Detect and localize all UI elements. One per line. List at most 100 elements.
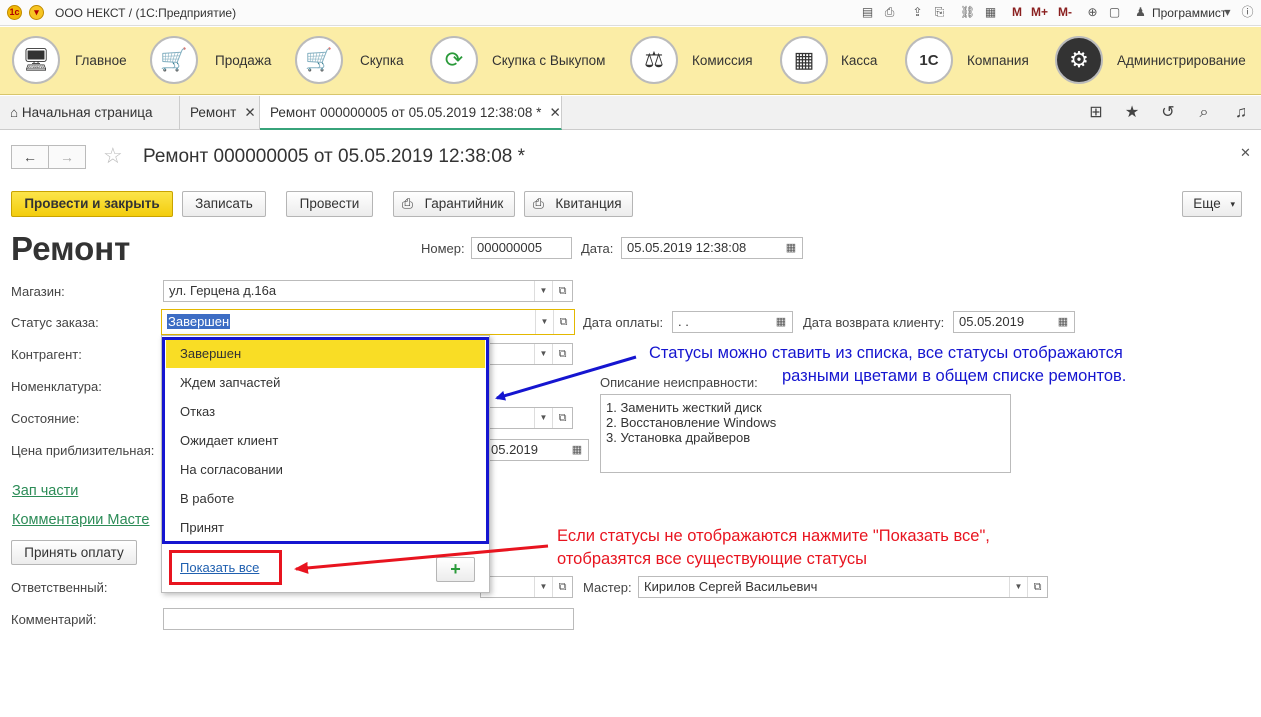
price-label: Цена приблизительная: bbox=[11, 443, 155, 458]
cash-register-icon: ▦ bbox=[780, 36, 828, 84]
red-annotation-line-2: отобразятся все существующие статусы bbox=[557, 550, 868, 568]
nomenclature-label: Номенклатура: bbox=[11, 379, 102, 394]
print-icon: ⎙ bbox=[402, 196, 413, 211]
post-button[interactable]: Провести bbox=[286, 191, 373, 217]
open-icon[interactable]: ⧉ bbox=[552, 344, 572, 364]
sections-panel: 🖥 Главное 🛒 Продажа 🛒 Скупка ⟳ Скупка с … bbox=[0, 27, 1261, 95]
tab-repair[interactable]: Ремонт ✕ bbox=[180, 96, 260, 129]
tabs-bar: ⌂ Начальная страница Ремонт ✕ Ремонт 0000… bbox=[0, 96, 1261, 130]
calendar-icon[interactable]: ▦ bbox=[770, 312, 792, 332]
print-icon[interactable]: ⎙ bbox=[882, 5, 897, 20]
open-icon[interactable]: ⧉ bbox=[553, 310, 573, 334]
calendar-icon[interactable]: ▦ bbox=[566, 440, 588, 460]
calendar-icon[interactable]: ▦ bbox=[983, 5, 998, 20]
master-field[interactable]: Кирилов Сергей Васильевич ▼ ⧉ bbox=[638, 576, 1048, 598]
status-label: Статус заказа: bbox=[11, 315, 99, 330]
malfunction-textarea[interactable]: 1. Заменить жесткий диск 2. Восстановлен… bbox=[600, 394, 1011, 473]
open-icon[interactable]: ⧉ bbox=[552, 408, 572, 428]
search-icon[interactable]: ⌕ bbox=[1193, 102, 1215, 124]
chevron-down-icon[interactable]: ▼ bbox=[534, 577, 552, 597]
tab-home[interactable]: ⌂ Начальная страница bbox=[0, 96, 180, 129]
shop-field[interactable]: ул. Герцена д.16а ▼ ⧉ bbox=[163, 280, 573, 302]
price-date-field[interactable]: 05.2019 ▦ bbox=[480, 439, 589, 461]
star-icon[interactable]: ★ bbox=[1121, 102, 1143, 124]
chevron-down-icon[interactable]: ▼ bbox=[534, 344, 552, 364]
upload-icon[interactable]: ⇪ bbox=[910, 5, 925, 20]
user-name[interactable]: Программист bbox=[1152, 6, 1226, 20]
close-icon[interactable]: ✕ bbox=[1240, 145, 1251, 161]
payment-date-label: Дата оплаты: bbox=[583, 315, 664, 330]
favorite-star-icon[interactable]: ☆ bbox=[103, 143, 123, 169]
red-annotation-line-1: Если статусы не отображаются нажмите "По… bbox=[557, 527, 990, 545]
scales-icon: ⚖ bbox=[630, 36, 678, 84]
forward-button[interactable]: → bbox=[48, 145, 86, 169]
form-title: Ремонт 000000005 от 05.05.2019 12:38:08 … bbox=[143, 146, 526, 167]
master-label: Мастер: bbox=[583, 580, 632, 595]
chevron-down-icon[interactable]: ▼ bbox=[534, 408, 552, 428]
computer-icon: 🖥 bbox=[12, 36, 60, 84]
chevron-down-icon[interactable]: ▼ bbox=[1009, 577, 1027, 597]
close-icon[interactable]: ✕ bbox=[549, 105, 560, 120]
status-field[interactable]: Завершен ▼ ⧉ bbox=[161, 309, 575, 335]
contractor-field[interactable]: ▼ ⧉ bbox=[480, 343, 573, 365]
link-icon[interactable]: ⛓ bbox=[960, 5, 975, 20]
return-date-field[interactable]: 05.05.2019 ▦ bbox=[953, 311, 1075, 333]
post-and-close-button[interactable]: Провести и закрыть bbox=[11, 191, 173, 217]
more-button[interactable]: Еще ▾ bbox=[1182, 191, 1242, 217]
comment-field[interactable] bbox=[163, 608, 574, 630]
comment-label: Комментарий: bbox=[11, 612, 97, 627]
accept-payment-button[interactable]: Принять оплату bbox=[11, 540, 137, 565]
date-field[interactable]: 05.05.2019 12:38:08 ▦ bbox=[621, 237, 803, 259]
cart-up-icon: 🛒 bbox=[150, 36, 198, 84]
open-icon[interactable]: ⧉ bbox=[552, 281, 572, 301]
history-icon[interactable]: ↺ bbox=[1157, 102, 1179, 124]
save-button[interactable]: Записать bbox=[182, 191, 266, 217]
chevron-down-icon[interactable]: ▼ bbox=[534, 281, 552, 301]
gears-icon: ⚙ bbox=[1055, 36, 1103, 84]
cycle-arrows-icon: ⟳ bbox=[430, 36, 478, 84]
condition-field[interactable]: ▼ ⧉ bbox=[480, 407, 573, 429]
memory-minus-button[interactable]: M- bbox=[1058, 5, 1072, 19]
window-title: ООО НЕКСТ / (1С:Предприятие) bbox=[55, 6, 237, 20]
chevron-down-icon: ▾ bbox=[1230, 199, 1235, 209]
responsible-field[interactable]: ▼ ⧉ bbox=[480, 576, 573, 598]
1c-logo-icon: 1c bbox=[7, 5, 22, 20]
tab-repair-document[interactable]: Ремонт 000000005 от 05.05.2019 12:38:08 … bbox=[260, 96, 562, 130]
memory-plus-button[interactable]: M+ bbox=[1031, 5, 1048, 19]
info-icon[interactable]: ⓘ bbox=[1240, 5, 1255, 20]
red-highlight-frame bbox=[169, 550, 282, 585]
payment-date-field[interactable]: . . ▦ bbox=[672, 311, 793, 333]
save-icon[interactable]: ▤ bbox=[860, 5, 875, 20]
calendar-icon[interactable]: ▦ bbox=[780, 238, 802, 258]
return-date-label: Дата возврата клиенту: bbox=[803, 315, 945, 330]
menu-chevron-icon[interactable]: ▾ bbox=[29, 5, 44, 20]
open-icon[interactable]: ⧉ bbox=[552, 577, 572, 597]
document-heading: Ремонт bbox=[11, 230, 131, 267]
1c-logo-icon: 1С bbox=[905, 36, 953, 84]
malfunction-label: Описание неисправности: bbox=[600, 375, 758, 390]
grid-icon[interactable]: ⊞ bbox=[1085, 102, 1107, 124]
bell-icon[interactable]: ♫ bbox=[1230, 102, 1252, 124]
responsible-label: Ответственный: bbox=[11, 580, 108, 595]
receipt-button[interactable]: ⎙ Квитанция bbox=[524, 191, 633, 217]
open-icon[interactable]: ⧉ bbox=[1027, 577, 1047, 597]
number-field[interactable]: 000000005 bbox=[471, 237, 572, 259]
chevron-down-icon[interactable]: ▼ bbox=[535, 310, 553, 334]
zoom-icon[interactable]: ⊕ bbox=[1085, 5, 1100, 20]
memory-button[interactable]: M bbox=[1012, 5, 1022, 19]
home-icon: ⌂ bbox=[10, 105, 19, 120]
title-bar: 1c ▾ ООО НЕКСТ / (1С:Предприятие) ▤ ⎙ ⇪ … bbox=[0, 0, 1261, 26]
print-preview-icon[interactable]: ⎘ bbox=[932, 5, 947, 20]
add-status-button[interactable]: + bbox=[436, 557, 475, 582]
master-comments-link[interactable]: Комментарии Масте bbox=[12, 512, 149, 528]
chevron-down-icon[interactable]: ▾ bbox=[1220, 5, 1235, 20]
cart-down-icon: 🛒 bbox=[295, 36, 343, 84]
warranty-button[interactable]: ⎙ Гарантийник bbox=[393, 191, 515, 217]
contractor-label: Контрагент: bbox=[11, 347, 82, 362]
window-icon[interactable]: ▢ bbox=[1107, 5, 1122, 20]
back-button[interactable]: ← bbox=[11, 145, 49, 169]
parts-link[interactable]: Зап части bbox=[12, 483, 78, 499]
condition-label: Состояние: bbox=[11, 411, 80, 426]
close-icon[interactable]: ✕ bbox=[244, 105, 255, 120]
calendar-icon[interactable]: ▦ bbox=[1052, 312, 1074, 332]
